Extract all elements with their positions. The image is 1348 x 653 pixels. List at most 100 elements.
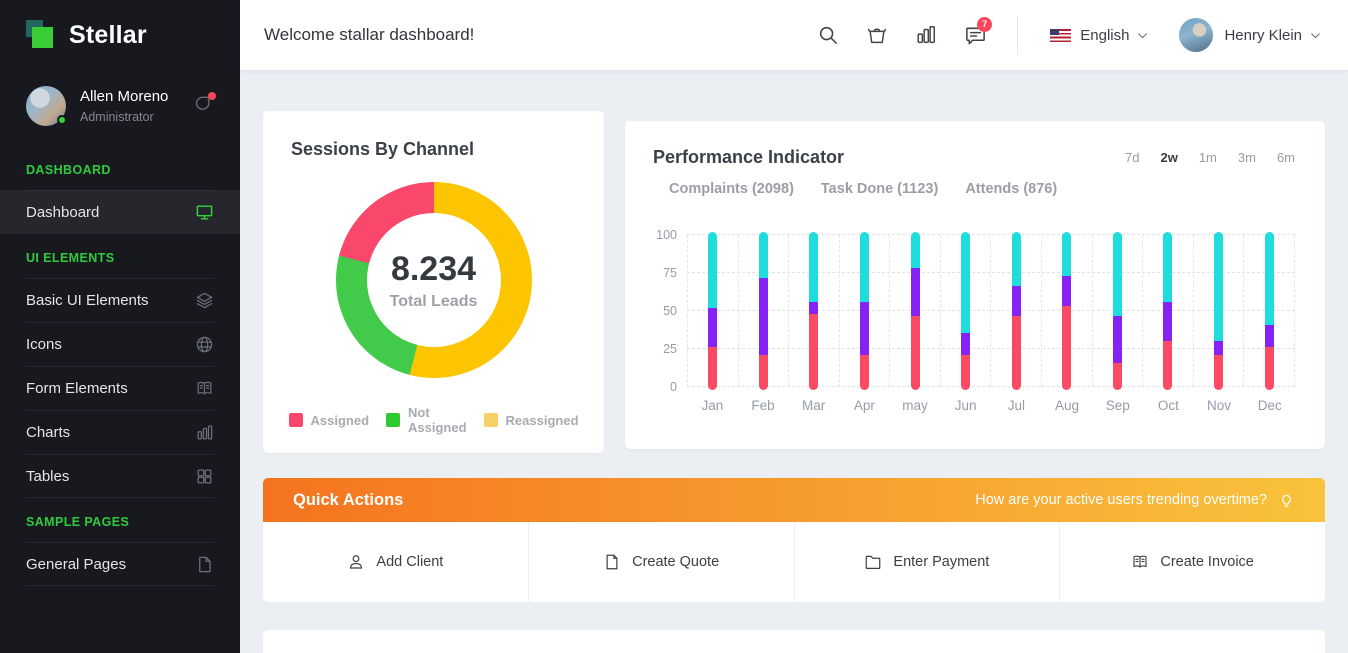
perf-plot (687, 235, 1295, 387)
sidebar-item-tables[interactable]: Tables (0, 454, 240, 498)
monitor-icon (195, 203, 214, 222)
x-tick-label: Dec (1244, 398, 1295, 413)
create-quote-button[interactable]: Create Quote (528, 522, 794, 602)
x-tick-label: Oct (1143, 398, 1194, 413)
performance-card-title: Performance Indicator (653, 147, 844, 168)
us-flag-icon (1050, 29, 1071, 42)
brand-logo[interactable]: Stellar (0, 0, 240, 70)
profile-name: Allen Moreno (80, 88, 194, 105)
performance-indicator-card: Performance Indicator 7d 2w 1m 3m 6m Com… (625, 121, 1325, 449)
x-tick-label: Jul (991, 398, 1042, 413)
bottom-card (263, 630, 1325, 653)
welcome-message: Welcome stallar dashboard! (264, 25, 474, 45)
sessions-donut: 8.234 Total Leads (336, 182, 532, 378)
profile-role: Administrator (80, 110, 194, 124)
quick-actions-banner: Quick Actions How are your active users … (263, 478, 1325, 522)
add-client-button[interactable]: Add Client (263, 522, 528, 602)
y-tick-label: 50 (663, 304, 677, 318)
tab-7d[interactable]: 7d (1125, 150, 1139, 165)
chat-bubble-icon[interactable] (194, 94, 214, 119)
legend-item-assigned: Assigned (289, 405, 370, 435)
message-badge: 7 (977, 17, 992, 32)
brand-name: Stellar (69, 21, 147, 50)
bar-stack (1113, 232, 1122, 390)
x-tick-label: Jan (687, 398, 738, 413)
header-divider (1017, 16, 1018, 54)
bar-stack (809, 232, 818, 390)
cart-icon[interactable] (866, 24, 888, 46)
legend-task-done: Task Done (1123) (821, 181, 938, 197)
language-label: English (1080, 27, 1129, 44)
section-label-dashboard: DASHBOARD (0, 146, 240, 190)
sidebar-item-dashboard[interactable]: Dashboard (0, 190, 240, 234)
sidebar-item-label: Charts (26, 424, 70, 441)
tab-3m[interactable]: 3m (1238, 150, 1256, 165)
sidebar-item-label: Icons (26, 336, 62, 353)
bar-stack (1214, 232, 1223, 390)
file-icon (195, 555, 214, 574)
quick-actions-row: Add Client Create Quote Enter Payment Cr… (263, 522, 1325, 602)
enter-payment-button[interactable]: Enter Payment (794, 522, 1060, 602)
message-icon[interactable]: 7 (964, 24, 987, 47)
y-tick-label: 25 (663, 342, 677, 356)
section-label-sample-pages: SAMPLE PAGES (0, 498, 240, 542)
sidebar-item-form-elements[interactable]: Form Elements (0, 366, 240, 410)
sidebar-item-label: Form Elements (26, 380, 128, 397)
bar-stack (759, 232, 768, 390)
bar-chart-icon[interactable] (915, 24, 937, 46)
chevron-down-icon (1136, 29, 1149, 42)
file-icon (603, 553, 621, 571)
x-tick-label: Jun (940, 398, 991, 413)
notification-dot (208, 92, 216, 100)
tab-6m[interactable]: 6m (1277, 150, 1295, 165)
bar-stack (1265, 232, 1274, 390)
bar-stack (961, 232, 970, 390)
performance-legend: Complaints (2098) Task Done (1123) Atten… (653, 181, 1295, 197)
y-tick-label: 0 (670, 380, 677, 394)
create-invoice-button[interactable]: Create Invoice (1059, 522, 1325, 602)
user-menu[interactable]: Henry Klein (1179, 18, 1322, 52)
perf-y-axis: 0255075100 (653, 235, 687, 387)
legend-item-reassigned: Reassigned (484, 405, 579, 435)
y-tick-label: 75 (663, 266, 677, 280)
language-selector[interactable]: English (1050, 27, 1149, 44)
bar-stack (860, 232, 869, 390)
legend-swatch (386, 413, 400, 427)
legend-swatch (289, 413, 303, 427)
x-tick-label: may (890, 398, 941, 413)
bar-stack (708, 232, 717, 390)
online-status-dot (57, 115, 67, 125)
sidebar-item-icons[interactable]: Icons (0, 322, 240, 366)
profile-avatar[interactable] (26, 86, 66, 126)
globe-icon (195, 335, 214, 354)
user-avatar (1179, 18, 1213, 52)
bar-chart-icon (195, 423, 214, 442)
legend-swatch (484, 413, 498, 427)
person-icon (347, 553, 365, 571)
sidebar-item-label: Tables (26, 468, 69, 485)
app-root: Stellar Allen Moreno Administrator DASHB… (0, 0, 1348, 653)
tab-1m[interactable]: 1m (1199, 150, 1217, 165)
total-leads-value: 8.234 (391, 250, 476, 289)
sessions-card-title: Sessions By Channel (291, 139, 576, 160)
sidebar-item-general-pages[interactable]: General Pages (0, 542, 240, 586)
sidebar: Stellar Allen Moreno Administrator DASHB… (0, 0, 240, 653)
legend-complaints: Complaints (2098) (669, 181, 794, 197)
folder-icon (864, 553, 882, 571)
x-tick-label: Feb (738, 398, 789, 413)
search-icon[interactable] (817, 24, 839, 46)
sidebar-item-basic-ui-elements[interactable]: Basic UI Elements (0, 278, 240, 322)
performance-chart: 0255075100 JanFebMarAprmayJunJulAugSepOc… (653, 235, 1295, 413)
user-name: Henry Klein (1224, 27, 1302, 44)
sidebar-item-charts[interactable]: Charts (0, 410, 240, 454)
content-area: Sessions By Channel 8.234 Total Leads (240, 70, 1348, 653)
sessions-by-channel-card: Sessions By Channel 8.234 Total Leads (263, 111, 604, 453)
x-tick-label: Apr (839, 398, 890, 413)
tab-2w[interactable]: 2w (1160, 150, 1177, 165)
x-tick-label: Nov (1194, 398, 1245, 413)
sidebar-item-label: General Pages (26, 556, 126, 573)
perf-x-axis: JanFebMarAprmayJunJulAugSepOctNovDec (687, 398, 1295, 413)
open-book-icon (1131, 553, 1149, 571)
y-tick-label: 100 (656, 228, 677, 242)
open-book-icon (195, 379, 214, 398)
